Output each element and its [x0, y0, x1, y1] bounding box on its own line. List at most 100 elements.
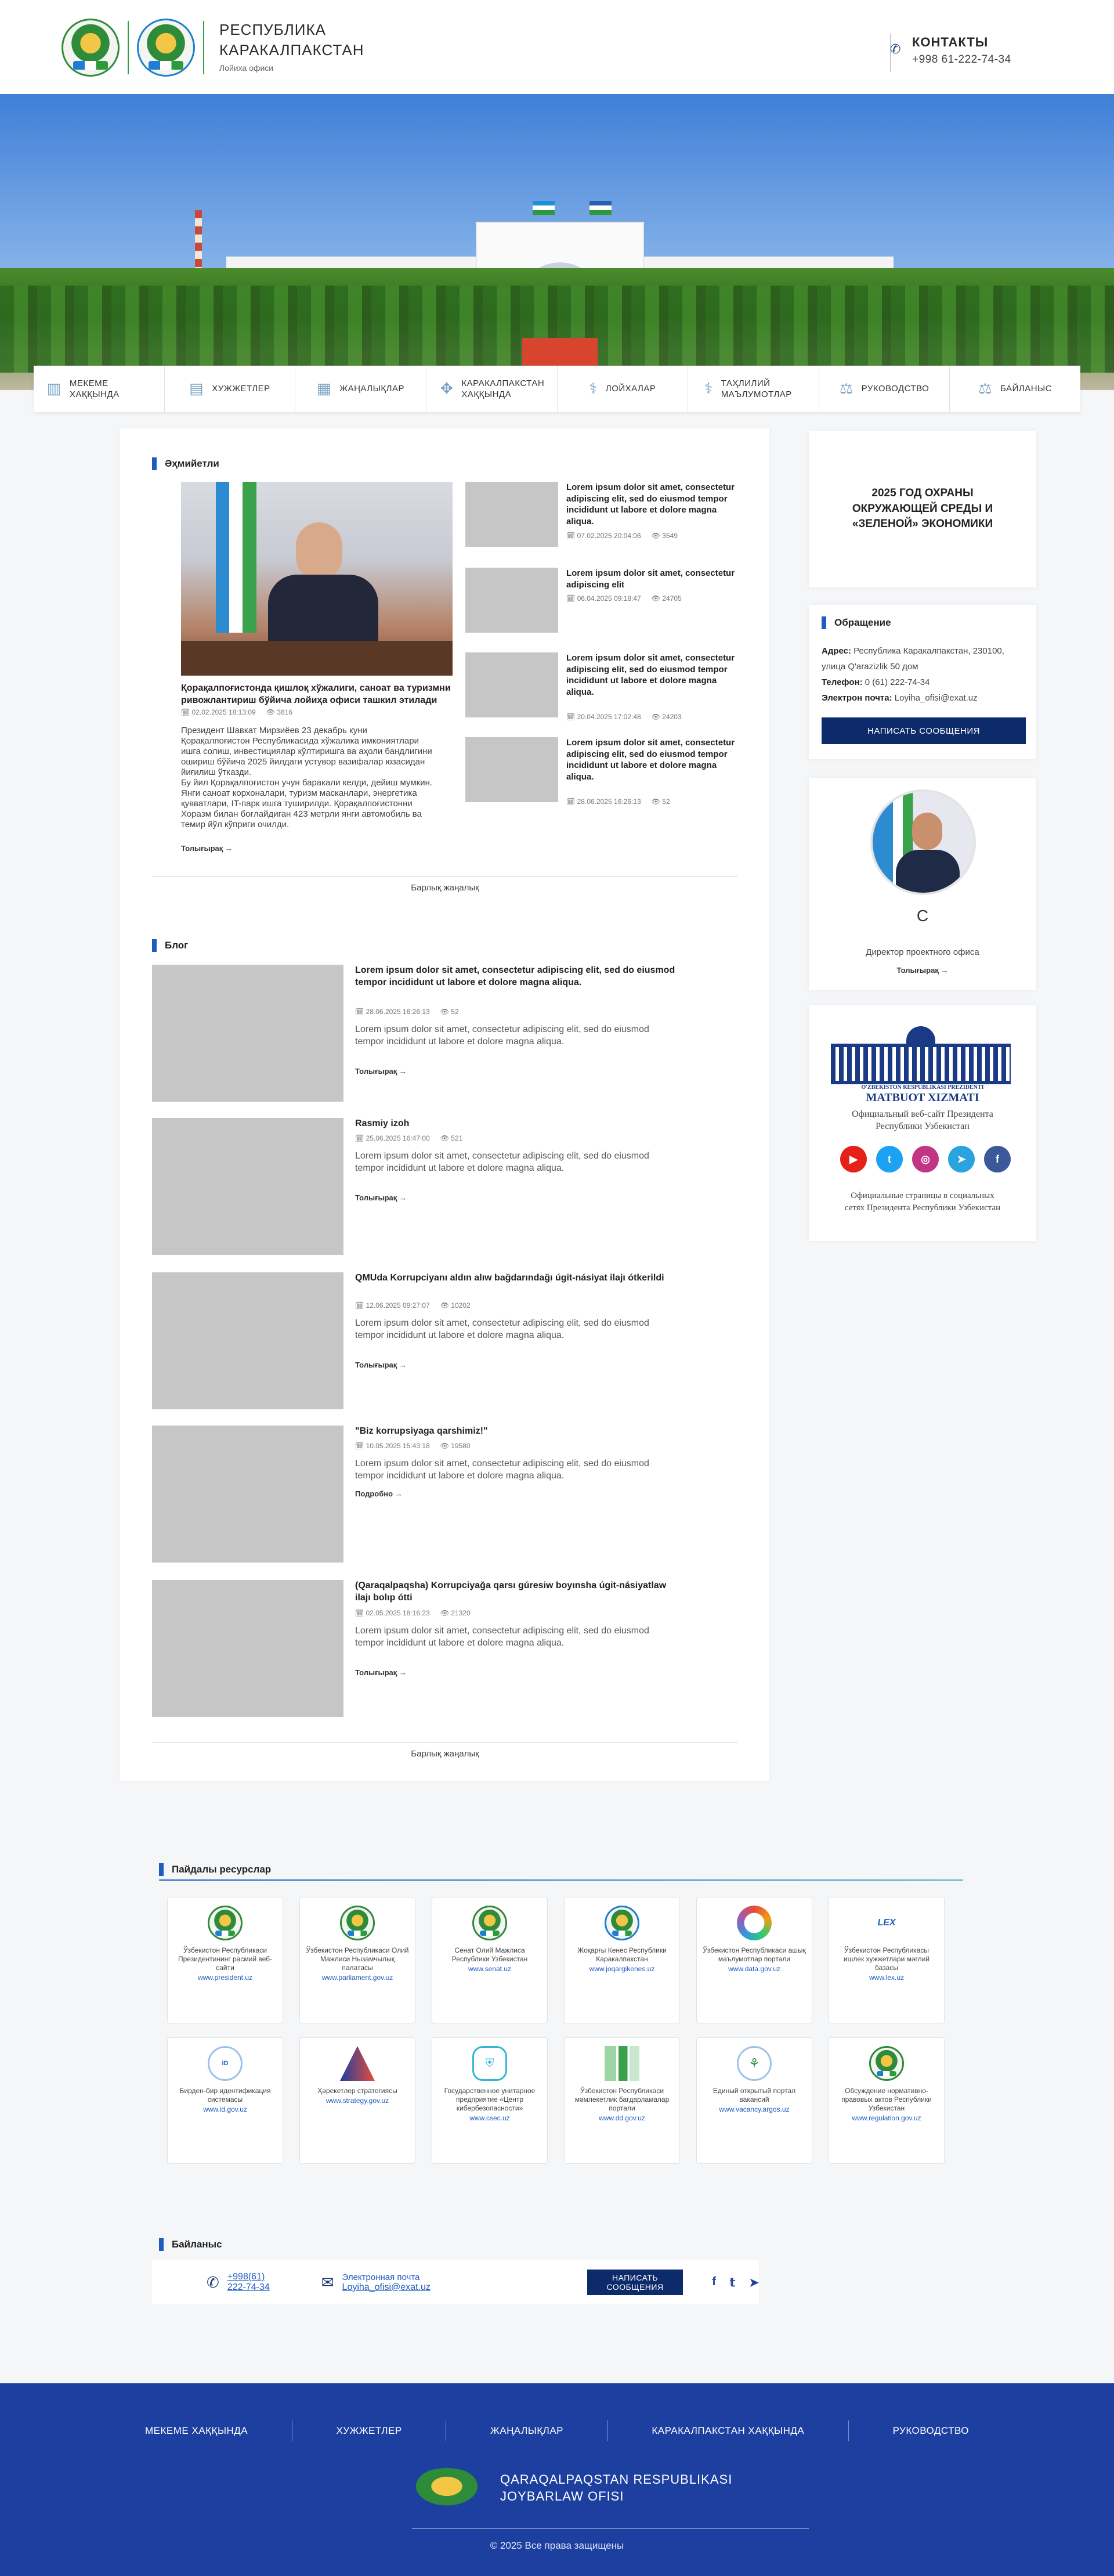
resource-url[interactable]: www.president.uz [173, 1974, 277, 1982]
resource-card[interactable]: ⛨ Государственное унитарное предприятие … [432, 2037, 548, 2164]
blog-title[interactable]: Rasmiy izoh [355, 1118, 680, 1130]
header-contacts[interactable]: ✆ КОНТАКТЫ +998 61-222-74-34 [890, 34, 1011, 72]
resource-card[interactable]: ⚘ Единый открытый портал вакансий www.va… [696, 2037, 812, 2164]
resource-url[interactable]: www.strategy.gov.uz [306, 2097, 409, 2105]
blog-title[interactable]: "Biz korrupsiyaga qarshimiz!" [355, 1426, 680, 1438]
telegram-icon[interactable]: ➤ [948, 1146, 975, 1172]
press-service-card[interactable]: O'ZBEKISTON RESPUBLIKASI PREZIDENTI MATB… [809, 1005, 1036, 1241]
resource-card[interactable]: Обсуждение нормативно-правовых актов Рес… [829, 2037, 945, 2164]
resource-url[interactable]: www.lex.uz [835, 1974, 938, 1982]
nav-item-about[interactable]: ▥ МЕКЕМЕ ХАҚҚЫНДА [34, 366, 165, 412]
header-phone[interactable]: +998 61-222-74-34 [912, 53, 1011, 66]
news-title[interactable]: Lorem ipsum dolor sit amet, consectetur … [566, 652, 740, 698]
news-thumbnail[interactable] [465, 482, 558, 547]
news-item[interactable]: Lorem ipsum dolor sit amet, consectetur … [465, 737, 738, 807]
blog-readmore[interactable]: Подробно → [355, 1489, 403, 1498]
blog-readmore[interactable]: Толығырақ → [355, 1361, 407, 1369]
news-title[interactable]: Lorem ipsum dolor sit amet, consectetur … [566, 737, 740, 782]
blog-readmore[interactable]: Толығырақ → [355, 1668, 407, 1677]
blog-thumbnail[interactable] [152, 1426, 343, 1563]
footer-brand[interactable]: QARAQALPAQSTAN RESPUBLIKASI JOYBARLAW OF… [411, 2468, 732, 2509]
facebook-icon[interactable]: f [712, 2275, 716, 2290]
lead-news-readmore[interactable]: Толығырақ → [181, 844, 233, 853]
blog-item[interactable]: (Qaraqalpaqsha) Korrupciyağa qarsı gúres… [152, 1580, 709, 1717]
footer-link-documents[interactable]: ХУЖЖЕТЛЕР [336, 2425, 402, 2437]
instagram-icon[interactable]: ◎ [912, 1146, 939, 1172]
blog-readmore[interactable]: Толығырақ → [355, 1193, 407, 1202]
resource-card[interactable]: ID Бирден-бир идентификация системасы ww… [167, 2037, 283, 2164]
all-news-link[interactable]: Барлық жаңалық [152, 876, 738, 893]
news-item[interactable]: Lorem ipsum dolor sit amet, consectetur … [465, 482, 738, 551]
footer-link-about[interactable]: МЕКЕМЕ ХАҚҚЫНДА [145, 2425, 248, 2437]
nav-item-contact[interactable]: ⚖ БАЙЛАНЫС [950, 366, 1080, 412]
twitter-icon[interactable]: 𝕥 [730, 2275, 735, 2290]
lead-news-title[interactable]: Қорақалпоғистонда қишлоқ хўжалиги, саноа… [181, 683, 454, 707]
director-readmore[interactable]: Толығырақ → [809, 966, 1036, 975]
contacts-write-button[interactable]: НАПИСАТЬ СООБЩЕНИЯ [587, 2270, 683, 2295]
footer-link-karakalpakstan[interactable]: КАРАКАЛПАКСТАН ХАҚҚЫНДА [652, 2425, 804, 2437]
blog-title[interactable]: QMUda Korrupciyanı aldın alıw bağdarında… [355, 1272, 680, 1285]
resource-card[interactable]: Сенат Олий Мажлиса Республики Узбекистан… [432, 1897, 548, 2023]
blog-item[interactable]: Rasmiy izoh 🗓 25.06.2025 16:47:00 👁 521 … [152, 1118, 709, 1255]
blog-readmore[interactable]: Толығырақ → [355, 1067, 407, 1076]
news-item[interactable]: Lorem ipsum dolor sit amet, consectetur … [465, 652, 738, 722]
contacts-email[interactable]: ✉ Электронная почта Loyiha_ofisi@exat.uz [321, 2272, 431, 2293]
resource-url[interactable]: www.parliament.gov.uz [306, 1974, 409, 1982]
resource-card[interactable]: Ўзбекистон Республикаси Президентининг р… [167, 1897, 283, 2023]
blog-thumbnail[interactable] [152, 1580, 343, 1717]
facebook-icon[interactable]: f [984, 1146, 1011, 1172]
resource-url[interactable]: www.data.gov.uz [703, 1965, 806, 1973]
blog-thumbnail[interactable] [152, 1118, 343, 1255]
site-brand[interactable]: РЕСПУБЛИКА КАРАКАЛПАКСТАН Лойиха офиси [219, 20, 364, 73]
news-thumbnail[interactable] [465, 652, 558, 717]
blog-title[interactable]: (Qaraqalpaqsha) Korrupciyağa qarsı gúres… [355, 1580, 680, 1604]
news-thumbnail[interactable] [465, 737, 558, 802]
nav-item-management[interactable]: ⚖ РУКОВОДСТВО [819, 366, 950, 412]
write-message-button[interactable]: НАПИСАТЬ СООБЩЕНИЯ [822, 717, 1026, 744]
nav-item-analytics[interactable]: ⚕ ТАҲЛИЛИЙ МАЪЛУМОТЛАР [688, 366, 819, 412]
header-logos[interactable] [62, 19, 212, 77]
blog-title[interactable]: Lorem ipsum dolor sit amet, consectetur … [355, 965, 680, 989]
blog-item[interactable]: "Biz korrupsiyaga qarshimiz!" 🗓 10.05.20… [152, 1426, 709, 1563]
eco-year-banner[interactable]: 2025 ГОД ОХРАНЫ ОКРУЖАЮЩЕЙ СРЕДЫ И «ЗЕЛЕ… [809, 431, 1036, 587]
blog-thumbnail[interactable] [152, 965, 343, 1102]
resource-url[interactable]: www.regulation.gov.uz [835, 2114, 938, 2122]
resource-card[interactable]: LEX Ўзбекистон Республикасы ишлек хужжет… [829, 1897, 945, 2023]
logo-divider [203, 21, 204, 74]
resource-card[interactable]: Ўзбекистон Республикаси мәмлекетлик бағд… [564, 2037, 680, 2164]
contacts-phone[interactable]: ✆ +998(61) 222-74-34 [207, 2272, 281, 2293]
resource-url[interactable]: www.vacancy.argos.uz [703, 2105, 806, 2113]
email-value[interactable]: Loyiha_ofisi@exat.uz [895, 693, 978, 703]
footer-link-management[interactable]: РУКОВОДСТВО [893, 2425, 969, 2437]
blog-item[interactable]: Lorem ipsum dolor sit amet, consectetur … [152, 965, 709, 1102]
nav-item-documents[interactable]: ▤ ХУЖЖЕТЛЕР [165, 366, 296, 412]
resource-url[interactable]: www.id.gov.uz [173, 2105, 277, 2113]
lead-news-image[interactable] [181, 482, 453, 676]
resource-url[interactable]: www.dd.gov.uz [570, 2114, 674, 2122]
resource-card[interactable]: Ҳәрекетлер стратегиясы www.strategy.gov.… [299, 2037, 415, 2164]
footer-link-news[interactable]: ЖАҢАЛЫҚЛАР [490, 2425, 563, 2437]
contacts-email-link[interactable]: Loyiha_ofisi@exat.uz [342, 2282, 431, 2293]
resource-card[interactable]: Жоқарғы Кенес Республики Каракалпакстан … [564, 1897, 680, 2023]
news-item[interactable]: Lorem ipsum dolor sit amet, consectetur … [465, 568, 738, 637]
nav-item-projects[interactable]: ⚕ ЛОЙХАЛАР [558, 366, 689, 412]
resource-card[interactable]: Ўзбекистон Республикаси ашық маълумотлар… [696, 1897, 812, 2023]
nav-item-karakalpakstan[interactable]: ✥ КАРАКАЛПАКСТАН ХАҚҚЫНДА [426, 366, 558, 412]
blog-thumbnail[interactable] [152, 1272, 343, 1409]
resource-url[interactable]: www.csec.uz [438, 2114, 541, 2122]
director-avatar[interactable] [870, 789, 976, 895]
all-blog-link[interactable]: Барлық жаңалық [152, 1742, 738, 1759]
twitter-icon[interactable]: t [876, 1146, 903, 1172]
news-thumbnail[interactable] [465, 568, 558, 633]
resource-card[interactable]: Ўзбекистон Республикаси Олий Мажлиси Ныз… [299, 1897, 415, 2023]
blog-item[interactable]: QMUda Korrupciyanı aldın alıw bağdarında… [152, 1272, 709, 1409]
news-title[interactable]: Lorem ipsum dolor sit amet, consectetur … [566, 568, 740, 590]
news-title[interactable]: Lorem ipsum dolor sit amet, consectetur … [566, 482, 740, 527]
resource-url[interactable]: www.senat.uz [438, 1965, 541, 1973]
contacts-phone-link[interactable]: +998(61) 222-74-34 [227, 2272, 281, 2293]
telegram-icon[interactable]: ➤ [749, 2275, 759, 2290]
resource-url[interactable]: www.joqargikenes.uz [570, 1965, 674, 1973]
phone-value[interactable]: 0 (61) 222-74-34 [865, 677, 930, 687]
nav-item-news[interactable]: ▦ ЖАҢАЛЫҚЛАР [295, 366, 426, 412]
youtube-icon[interactable]: ▶ [840, 1146, 867, 1172]
